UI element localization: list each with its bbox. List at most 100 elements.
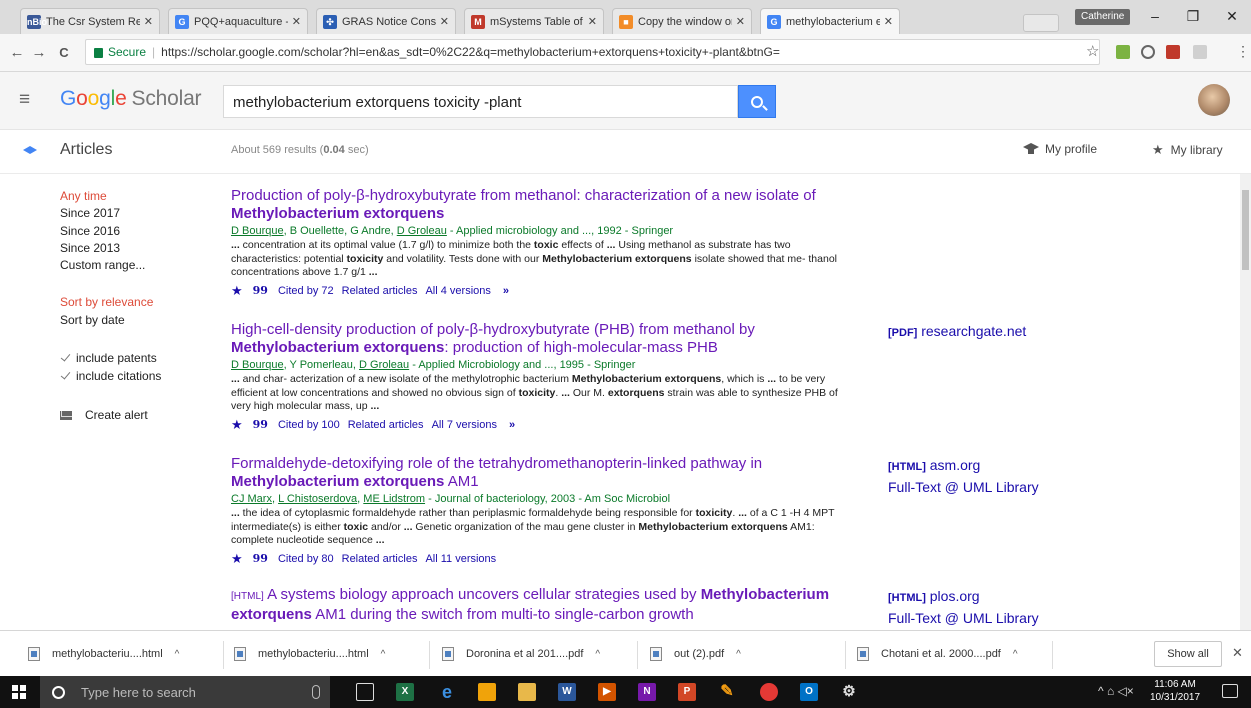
word-icon[interactable]: W [558, 683, 576, 701]
onenote-icon[interactable]: N [638, 683, 656, 701]
download-divider [429, 641, 430, 669]
full-text-links: [HTML] asm.org Full-Text @ UML Library [888, 455, 1039, 497]
full-text-link[interactable]: Full-Text @ UML Library [888, 477, 1039, 497]
result-authors: D Bourque, Y Pomerleau, D Groleau - Appl… [231, 359, 636, 371]
file-icon [442, 647, 454, 661]
full-text-link[interactable]: Full-Text @ UML Library [888, 608, 1039, 628]
microphone-icon[interactable] [312, 685, 320, 699]
result-actions: ★ 99 Cited by 100 Related articles All 7 ver… [231, 417, 851, 433]
full-text-link[interactable]: [PDF] researchgate.net [888, 321, 1026, 343]
settings-gear-icon[interactable]: ⚙ [840, 683, 858, 701]
result-snippet: ... and char- acterization of a new isol… [231, 373, 838, 413]
cited-by-link[interactable]: Cited by 72 [278, 285, 334, 297]
store-icon[interactable] [478, 683, 496, 701]
cited-by-link[interactable]: Cited by 100 [278, 419, 340, 431]
cite-quote-icon[interactable]: 99 [253, 418, 268, 431]
download-divider [637, 641, 638, 669]
paint-icon[interactable]: ✎ [718, 683, 736, 701]
author-link[interactable]: D Groleau [359, 359, 409, 371]
file-icon [650, 647, 662, 661]
downloads-bar: methylobacteriu....html ^ methylobacteriu.… [0, 630, 1251, 676]
file-icon [234, 647, 246, 661]
more-options-icon[interactable]: » [503, 285, 509, 297]
result-actions: ★ 99 Cited by 72 Related articles All 4 vers… [231, 283, 851, 299]
system-tray-icons[interactable]: ^ ⌂ ◁× [1098, 684, 1134, 698]
all-versions-link[interactable]: All 11 versions [425, 553, 496, 565]
download-filename: methylobacteriu....html [258, 648, 369, 660]
edge-icon[interactable]: e [438, 683, 456, 701]
powerpoint-icon[interactable]: P [678, 683, 696, 701]
download-divider [845, 641, 846, 669]
result-title-link[interactable]: Formaldehyde-detoxifying role of the tet… [231, 455, 851, 491]
page-scrollbar[interactable] [1240, 174, 1251, 630]
windows-taskbar: Type here to search X e W ▶ N P ✎ O ⚙ ^ … [0, 676, 1251, 708]
download-item[interactable]: methylobacteriu....html ^ [234, 642, 385, 666]
cortana-icon [52, 685, 65, 699]
more-options-icon[interactable]: » [509, 419, 515, 431]
download-divider [223, 641, 224, 669]
task-view-icon[interactable] [356, 683, 374, 701]
download-options-chevron-icon[interactable]: ^ [1013, 649, 1018, 660]
close-downloads-icon[interactable]: ✕ [1232, 645, 1243, 661]
author-link[interactable]: D Bourque [231, 225, 284, 237]
download-filename: out (2).pdf [674, 648, 725, 660]
download-filename: Chotani et al. 2000....pdf [881, 648, 1001, 660]
cite-quote-icon[interactable]: 99 [253, 284, 268, 297]
search-result: [HTML] A systems biology approach uncove… [231, 586, 851, 624]
save-star-icon[interactable]: ★ [231, 551, 243, 567]
cited-by-link[interactable]: Cited by 80 [278, 553, 334, 565]
full-text-links: [HTML] plos.org Full-Text @ UML Library [888, 586, 1039, 628]
download-options-chevron-icon[interactable]: ^ [595, 649, 600, 660]
related-articles-link[interactable]: Related articles [342, 553, 418, 565]
download-options-chevron-icon[interactable]: ^ [381, 649, 386, 660]
result-title-link[interactable]: [HTML] A systems biology approach uncove… [231, 586, 851, 624]
all-versions-link[interactable]: All 7 versions [432, 419, 497, 431]
download-options-chevron-icon[interactable]: ^ [175, 649, 180, 660]
scrollbar-thumb[interactable] [1242, 190, 1249, 270]
file-explorer-icon[interactable] [518, 683, 536, 701]
related-articles-link[interactable]: Related articles [348, 419, 424, 431]
result-authors: CJ Marx, L Chistoserdova, ME Lidstrom - … [231, 493, 671, 505]
file-icon [28, 647, 40, 661]
search-result: High-cell-density production of poly-β-h… [231, 321, 851, 433]
download-item[interactable]: Chotani et al. 2000....pdf ^ [857, 642, 1018, 666]
download-options-chevron-icon[interactable]: ^ [736, 649, 741, 660]
result-snippet: ... the idea of cytoplasmic formaldehyde… [231, 507, 835, 547]
full-text-links: [PDF] researchgate.net [888, 321, 1026, 343]
chrome-icon[interactable] [760, 683, 778, 701]
author-link[interactable]: D Bourque [231, 359, 284, 371]
author-link[interactable]: ME Lidstrom [363, 493, 425, 505]
taskbar-search-box[interactable]: Type here to search [40, 676, 330, 708]
author-link[interactable]: CJ Marx [231, 493, 272, 505]
download-filename: Doronina et al 201....pdf [466, 648, 584, 660]
result-authors: D Bourque, B Ouellette, G Andre, D Grole… [231, 225, 674, 237]
search-result: Production of poly-β-hydroxybutyrate fro… [231, 187, 851, 299]
excel-icon[interactable]: X [396, 683, 414, 701]
notification-center-icon[interactable] [1222, 684, 1238, 698]
result-title-link[interactable]: Production of poly-β-hydroxybutyrate fro… [231, 187, 851, 223]
download-filename: methylobacteriu....html [52, 648, 163, 660]
download-divider [1052, 641, 1053, 669]
result-snippet: ... concentration at its optimal value (… [231, 239, 837, 279]
windows-start-icon[interactable] [12, 685, 26, 699]
all-versions-link[interactable]: All 4 versions [425, 285, 490, 297]
download-item[interactable]: out (2).pdf ^ [650, 642, 741, 666]
full-text-link[interactable]: [HTML] plos.org [888, 586, 1039, 608]
result-actions: ★ 99 Cited by 80 Related articles All 11 ver… [231, 551, 851, 567]
outlook-icon[interactable]: O [800, 683, 818, 701]
save-star-icon[interactable]: ★ [231, 283, 243, 299]
show-all-downloads-button[interactable]: Show all [1154, 641, 1222, 667]
author-link[interactable]: D Groleau [397, 225, 447, 237]
related-articles-link[interactable]: Related articles [342, 285, 418, 297]
cite-quote-icon[interactable]: 99 [253, 552, 268, 565]
media-player-icon[interactable]: ▶ [598, 683, 616, 701]
save-star-icon[interactable]: ★ [231, 417, 243, 433]
search-result: Formaldehyde-detoxifying role of the tet… [231, 455, 851, 567]
result-title-link[interactable]: High-cell-density production of poly-β-h… [231, 321, 851, 357]
full-text-link[interactable]: [HTML] asm.org [888, 455, 1039, 477]
download-item[interactable]: methylobacteriu....html ^ [28, 642, 179, 666]
download-item[interactable]: Doronina et al 201....pdf ^ [442, 642, 600, 666]
author-link[interactable]: L Chistoserdova [278, 493, 357, 505]
file-icon [857, 647, 869, 661]
taskbar-clock[interactable]: 11:06 AM 10/31/2017 [1150, 678, 1200, 704]
